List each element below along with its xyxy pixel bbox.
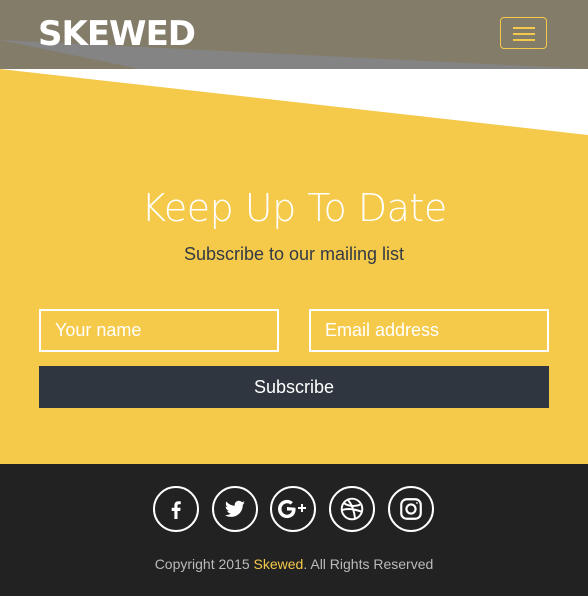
email-input[interactable] [309,309,549,352]
dribbble-icon[interactable] [329,486,375,532]
name-input[interactable] [39,309,279,352]
instagram-icon[interactable] [388,486,434,532]
navbar: SKEWED [0,0,588,69]
facebook-icon[interactable] [153,486,199,532]
subscribe-button[interactable]: Subscribe [39,366,549,408]
section-subtitle: Subscribe to our mailing list [183,244,405,264]
google-plus-icon[interactable] [270,486,316,532]
copyright-brand-link[interactable]: Skewed [254,556,304,572]
menu-toggle-button[interactable] [500,17,547,49]
brand-logo[interactable]: SKEWED [38,14,196,54]
copyright-suffix: . All Rights Reserved [303,556,434,572]
copyright: Copyright 2015 Skewed. All Rights Reserv… [0,556,588,572]
copyright-prefix: Copyright 2015 [154,556,254,572]
twitter-icon[interactable] [212,486,258,532]
section-title: Keep Up To Date [141,186,447,230]
hamburger-icon [513,27,535,29]
